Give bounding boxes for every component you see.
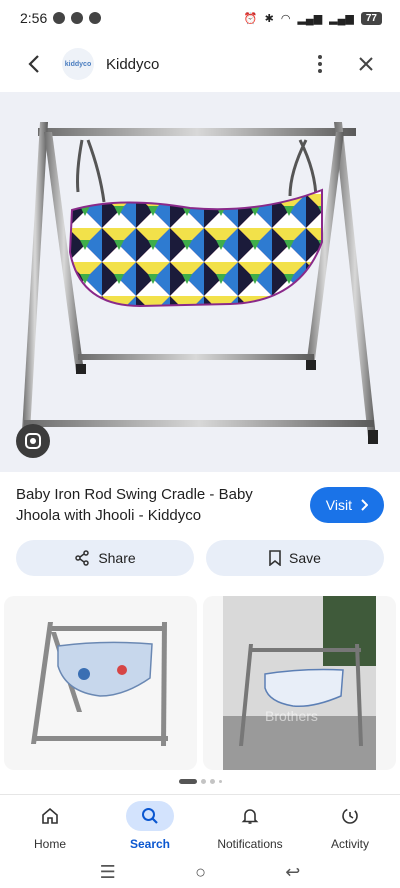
cradle-illustration — [22, 122, 378, 444]
search-icon — [126, 800, 174, 831]
home-circle-icon[interactable]: ○ — [195, 862, 206, 883]
related-images: Brothers — [0, 596, 400, 770]
bluetooth-icon: ✱ — [264, 12, 274, 25]
bottom-nav: Home Search Notifications Activity — [0, 794, 400, 856]
watermark-text: Brothers — [265, 708, 318, 724]
header: kiddyco Kiddyco — [0, 36, 400, 92]
nav-activity-label: Activity — [330, 836, 369, 851]
recents-icon[interactable]: ☰ — [100, 862, 116, 883]
save-button[interactable]: Save — [206, 540, 384, 576]
status-bar: 2:56 ⏰ ✱ ◠ ▂▄▆ ▂▄▆ 77 — [0, 0, 400, 36]
share-label: Share — [98, 550, 136, 566]
cradle-thumbnail-2: Brothers — [223, 596, 376, 770]
nav-home[interactable]: Home — [0, 795, 100, 856]
status-time: 2:56 — [20, 10, 48, 26]
product-title: Baby Iron Rod Swing Cradle - Baby Jhoola… — [16, 486, 253, 524]
related-image-2[interactable]: Brothers — [203, 596, 396, 770]
carousel-dot — [218, 780, 222, 783]
carousel-indicator — [0, 779, 400, 784]
carousel-dot-active — [178, 779, 197, 784]
signal-icon: ▂▄▆ — [297, 12, 323, 25]
nav-search-label: Search — [129, 836, 171, 851]
back-arrow-icon[interactable]: ↩ — [285, 862, 300, 883]
chevron-left-icon — [28, 55, 39, 73]
battery-indicator: 77 — [360, 11, 382, 25]
more-vert-icon — [318, 55, 322, 73]
lens-button[interactable] — [16, 424, 50, 458]
nav-home-label: Home — [33, 836, 66, 851]
back-button[interactable] — [16, 46, 52, 82]
bell-icon — [226, 801, 274, 831]
more-options-button[interactable] — [302, 46, 338, 82]
activity-icon — [326, 801, 374, 831]
share-icon — [75, 550, 90, 566]
carousel-dot — [209, 779, 215, 784]
carousel-dot — [200, 779, 206, 784]
whatsapp-icon — [53, 12, 66, 24]
visit-button[interactable]: Visit — [309, 487, 384, 523]
product-image[interactable] — [0, 92, 400, 472]
nav-activity[interactable]: Activity — [300, 795, 400, 856]
close-button[interactable] — [348, 46, 384, 82]
nav-notifications-label: Notifications — [217, 836, 283, 851]
related-image-1[interactable] — [4, 596, 197, 770]
close-icon — [359, 57, 373, 71]
visit-label: Visit — [325, 497, 352, 513]
home-icon — [26, 801, 74, 831]
message-icon — [89, 12, 102, 24]
cradle-thumbnail-1 — [31, 622, 168, 746]
share-button[interactable]: Share — [16, 540, 194, 576]
alarm-icon: ⏰ — [243, 12, 258, 25]
site-name[interactable]: Kiddyco — [106, 56, 302, 73]
nav-search[interactable]: Search — [100, 795, 200, 856]
status-left: 2:56 — [20, 10, 102, 26]
title-row: Baby Iron Rod Swing Cradle - Baby Jhoola… — [0, 472, 400, 538]
site-logo-text: kiddyco — [64, 60, 92, 68]
lens-icon — [25, 433, 41, 449]
bookmark-icon — [269, 550, 281, 566]
site-logo: kiddyco — [62, 48, 94, 80]
save-label: Save — [289, 550, 321, 566]
whatsapp-icon-2 — [71, 12, 84, 24]
nav-notifications[interactable]: Notifications — [200, 795, 300, 856]
chevron-right-icon — [361, 499, 368, 511]
status-right: ⏰ ✱ ◠ ▂▄▆ ▂▄▆ 77 — [243, 11, 382, 25]
wifi-icon: ◠ — [280, 12, 291, 25]
action-row: Share Save — [16, 540, 384, 576]
signal-icon-2: ▂▄▆ — [329, 12, 354, 25]
system-nav-bar: ☰ ○ ↩ — [0, 856, 400, 888]
